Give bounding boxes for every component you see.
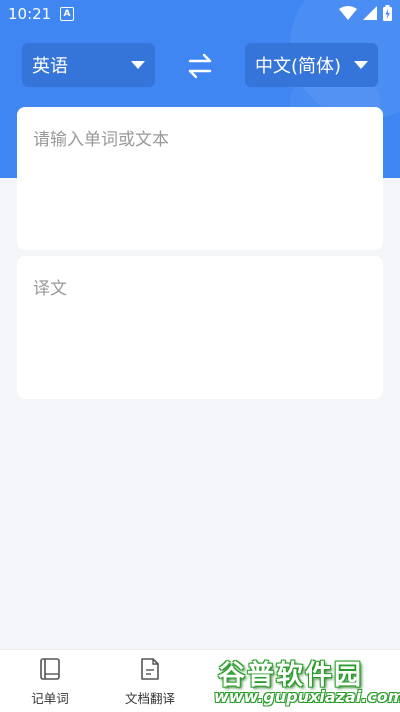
tab-document-translation[interactable]: 文档翻译 [100,650,200,712]
output-placeholder: 译文 [33,279,67,299]
status-time: 10:21 [8,5,52,23]
swap-languages-button[interactable] [182,50,218,82]
document-icon [141,658,159,680]
caret-down-icon [354,61,368,69]
source-language-label: 英语 [32,56,68,77]
caret-down-icon [131,61,145,69]
swap-icon [188,53,212,79]
wifi-icon [339,6,357,20]
tab-vocabulary[interactable]: 记单词 [0,650,100,712]
battery-icon [383,5,392,21]
input-placeholder: 请输入单词或文本 [33,130,169,150]
watermark-url: www.gupuxiazai.com [214,687,400,706]
signal-icon [363,6,377,20]
target-language-button[interactable]: 中文(简体) [245,43,378,87]
tab-label: 文档翻译 [124,691,175,706]
book-icon [40,658,60,680]
target-language-label: 中文(简体) [255,56,342,77]
input-text-area[interactable]: 请输入单词或文本 [17,107,383,250]
source-language-button[interactable]: 英语 [22,43,155,87]
tab-label: 记单词 [31,691,69,706]
notification-icon: A [60,7,74,21]
status-bar: 10:21 A [0,0,400,28]
status-icons [339,5,392,21]
watermark-logo: 谷普软件园 www.gupuxiazai.com [214,653,400,709]
translation-output: 译文 [17,256,383,399]
